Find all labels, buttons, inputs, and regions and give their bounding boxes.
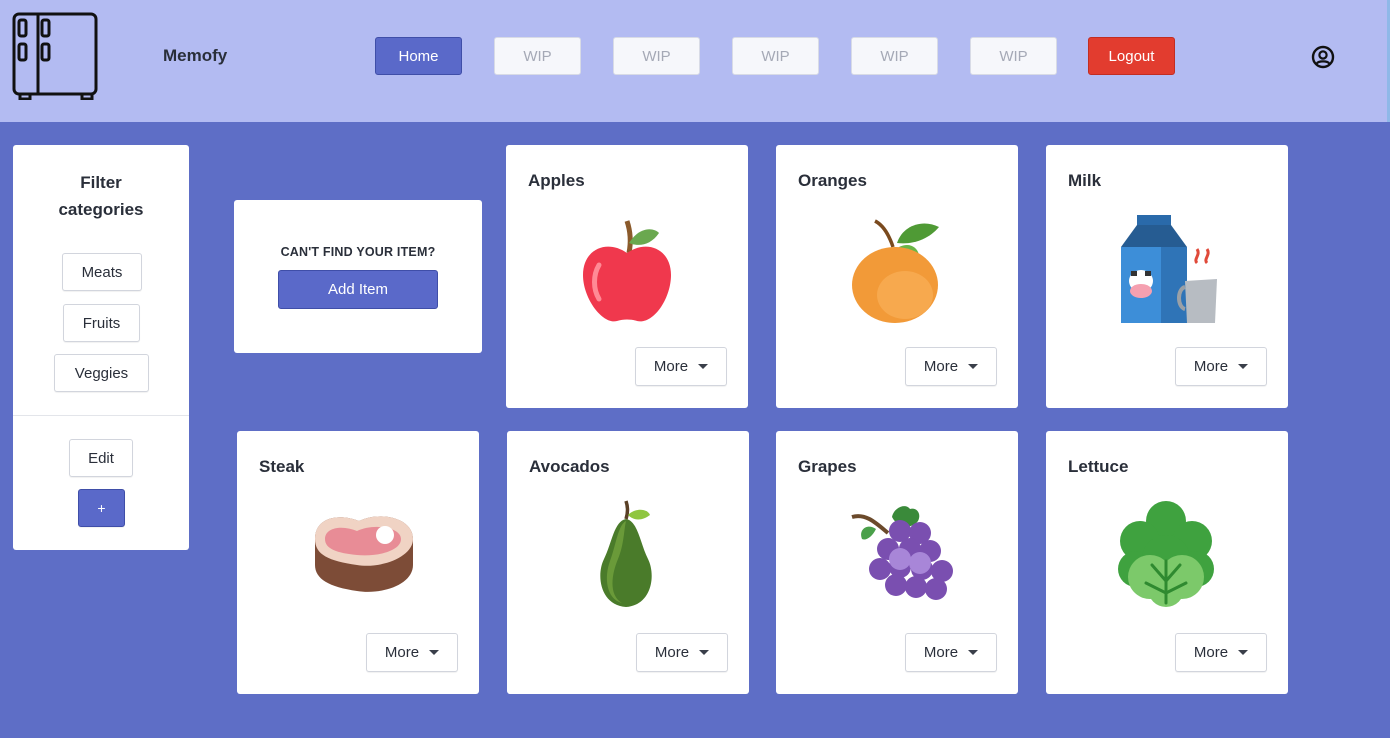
- more-dropdown-button[interactable]: More: [366, 633, 458, 672]
- orange-icon: [852, 219, 939, 323]
- user-circle-icon[interactable]: [1311, 45, 1335, 69]
- item-card-apples: Apples More: [506, 145, 748, 408]
- brand-name: Memofy: [163, 46, 228, 65]
- more-dropdown-button[interactable]: More: [905, 347, 997, 386]
- item-title: Apples: [528, 171, 585, 190]
- more-label: More: [923, 358, 959, 375]
- caret-down-icon: [968, 650, 979, 655]
- item-card-oranges: Oranges More: [776, 145, 1018, 408]
- caret-down-icon: [699, 650, 710, 655]
- nav-home-button[interactable]: Home: [375, 37, 462, 75]
- nav-wip-button-1[interactable]: WIP: [494, 37, 581, 75]
- item-title: Steak: [259, 457, 305, 476]
- fridge-icon[interactable]: [12, 12, 98, 100]
- item-card-grapes: Grapes More: [776, 431, 1018, 694]
- item-card-milk: Milk More: [1046, 145, 1288, 408]
- caret-down-icon: [968, 364, 979, 369]
- sidebar-divider: [13, 415, 189, 416]
- avocado-icon: [600, 500, 652, 607]
- filter-title: Filter categories: [58, 173, 144, 219]
- category-veggies-button[interactable]: Veggies: [54, 354, 149, 392]
- top-navbar: Memofy Home WIP WIP WIP WIP WIP Logout: [0, 0, 1390, 122]
- add-item-button[interactable]: Add Item: [278, 270, 438, 309]
- steak-icon: [315, 516, 413, 592]
- edit-categories-button[interactable]: Edit: [69, 439, 133, 477]
- category-fruits-button[interactable]: Fruits: [63, 304, 140, 342]
- more-dropdown-button[interactable]: More: [635, 347, 727, 386]
- milk-icon: [1121, 215, 1217, 323]
- more-label: More: [1193, 644, 1229, 661]
- cant-find-label: CAN'T FIND YOUR ITEM?: [280, 245, 436, 259]
- add-category-button[interactable]: +: [78, 489, 125, 527]
- item-title: Oranges: [798, 171, 867, 190]
- nav-wip-button-3[interactable]: WIP: [732, 37, 819, 75]
- more-dropdown-button[interactable]: More: [1175, 633, 1267, 672]
- category-meats-button[interactable]: Meats: [62, 253, 142, 291]
- caret-down-icon: [429, 650, 440, 655]
- logout-button[interactable]: Logout: [1088, 37, 1175, 75]
- more-label: More: [923, 644, 959, 661]
- more-label: More: [384, 644, 420, 661]
- item-card-steak: Steak More: [237, 431, 479, 694]
- more-label: More: [1193, 358, 1229, 375]
- nav-wip-button-2[interactable]: WIP: [613, 37, 700, 75]
- item-title: Grapes: [798, 457, 857, 476]
- more-label: More: [653, 358, 689, 375]
- more-dropdown-button[interactable]: More: [1175, 347, 1267, 386]
- item-title: Avocados: [529, 457, 610, 476]
- caret-down-icon: [698, 364, 709, 369]
- item-title: Milk: [1068, 171, 1102, 190]
- nav-wip-button-4[interactable]: WIP: [851, 37, 938, 75]
- filter-sidebar: Filter categories Meats Fruits Veggies E…: [13, 145, 189, 550]
- more-label: More: [654, 644, 690, 661]
- item-card-avocados: Avocados More: [507, 431, 749, 694]
- nav-wip-button-5[interactable]: WIP: [970, 37, 1057, 75]
- item-card-lettuce: Lettuce More: [1046, 431, 1288, 694]
- more-dropdown-button[interactable]: More: [905, 633, 997, 672]
- caret-down-icon: [1238, 364, 1249, 369]
- more-dropdown-button[interactable]: More: [636, 633, 728, 672]
- lettuce-icon: [1118, 501, 1214, 607]
- item-title: Lettuce: [1068, 457, 1129, 476]
- caret-down-icon: [1238, 650, 1249, 655]
- apple-icon: [583, 220, 671, 322]
- grapes-icon: [851, 506, 953, 600]
- add-item-card: CAN'T FIND YOUR ITEM? Add Item: [234, 200, 482, 353]
